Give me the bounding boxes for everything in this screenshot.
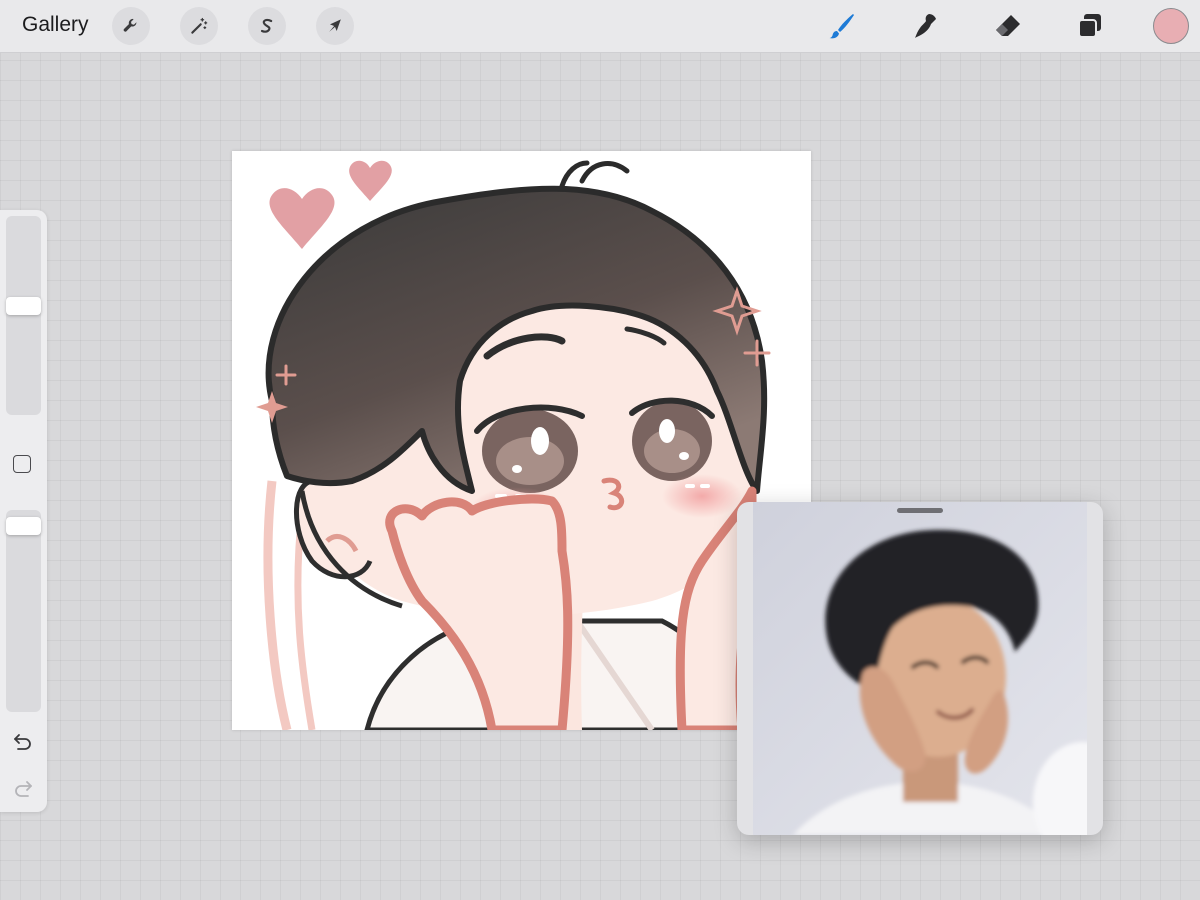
- heart-large: [269, 188, 335, 249]
- selection-button[interactable]: [248, 7, 286, 45]
- modify-button[interactable]: [13, 455, 31, 473]
- top-toolbar: Gallery: [0, 0, 1200, 53]
- drawing-canvas[interactable]: [232, 151, 811, 730]
- color-swatch[interactable]: [1153, 8, 1189, 44]
- transform-button[interactable]: [316, 7, 354, 45]
- redo-icon[interactable]: [11, 777, 35, 801]
- brush-size-knob[interactable]: [6, 297, 41, 315]
- undo-icon[interactable]: [11, 730, 35, 754]
- reference-photo: [753, 502, 1087, 835]
- adjustments-button[interactable]: [180, 7, 218, 45]
- arrow-cursor-icon: [329, 19, 341, 32]
- smudge-icon: [915, 14, 936, 38]
- layers-icon: [1078, 14, 1101, 38]
- reference-drag-handle[interactable]: [897, 508, 943, 513]
- smudge-tool[interactable]: [908, 8, 944, 44]
- brush-size-slider[interactable]: [6, 216, 41, 415]
- eraser-icon: [996, 15, 1020, 36]
- brush-tool[interactable]: [824, 8, 860, 44]
- gallery-button[interactable]: Gallery: [22, 13, 89, 37]
- opacity-slider[interactable]: [6, 510, 41, 712]
- eraser-tool[interactable]: [990, 8, 1026, 44]
- selection-s-icon: [260, 18, 273, 33]
- chibi-artwork: [256, 160, 771, 730]
- actions-button[interactable]: [112, 7, 150, 45]
- left-sidebar: [0, 210, 47, 812]
- layers-button[interactable]: [1072, 8, 1108, 44]
- reference-window[interactable]: [737, 502, 1103, 835]
- opacity-knob[interactable]: [6, 517, 41, 535]
- brush-icon: [829, 14, 854, 39]
- heart-small: [349, 160, 392, 201]
- wrench-icon: [123, 18, 137, 32]
- magic-wand-icon: [191, 17, 208, 34]
